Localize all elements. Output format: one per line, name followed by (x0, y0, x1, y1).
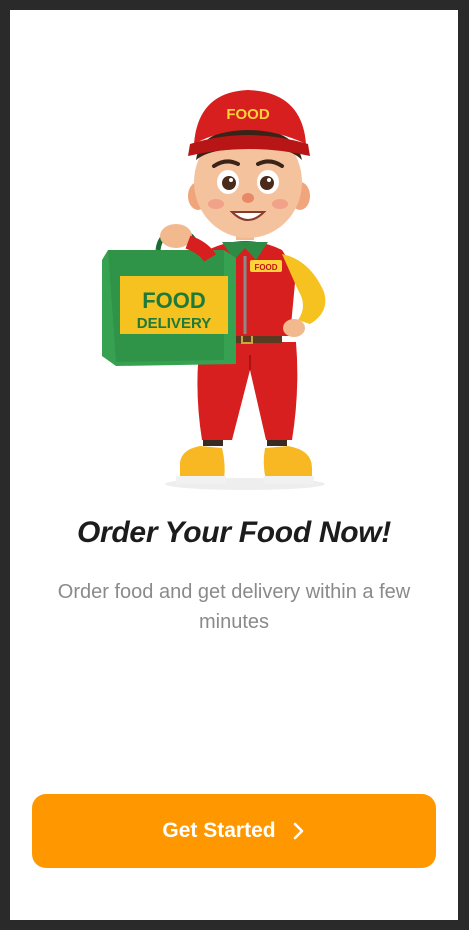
chest-tag-text: FOOD (254, 263, 277, 272)
get-started-button[interactable]: Get Started (32, 794, 436, 868)
delivery-boy-illustration: FOOD DELIVERY FOOD FOOD (102, 90, 326, 490)
bag-text-line1: FOOD (142, 288, 206, 313)
page-title: Order Your Food Now! (77, 516, 391, 549)
bag-text-line2: DELIVERY (137, 315, 211, 332)
get-started-label: Get Started (162, 819, 276, 842)
chevron-right-icon (292, 821, 306, 841)
page-subtitle: Order food and get delivery within a few… (57, 581, 411, 633)
onboarding-screen: FOOD DELIVERY FOOD FOOD Order Your Food … (10, 10, 458, 920)
cap-text: FOOD (226, 106, 269, 123)
